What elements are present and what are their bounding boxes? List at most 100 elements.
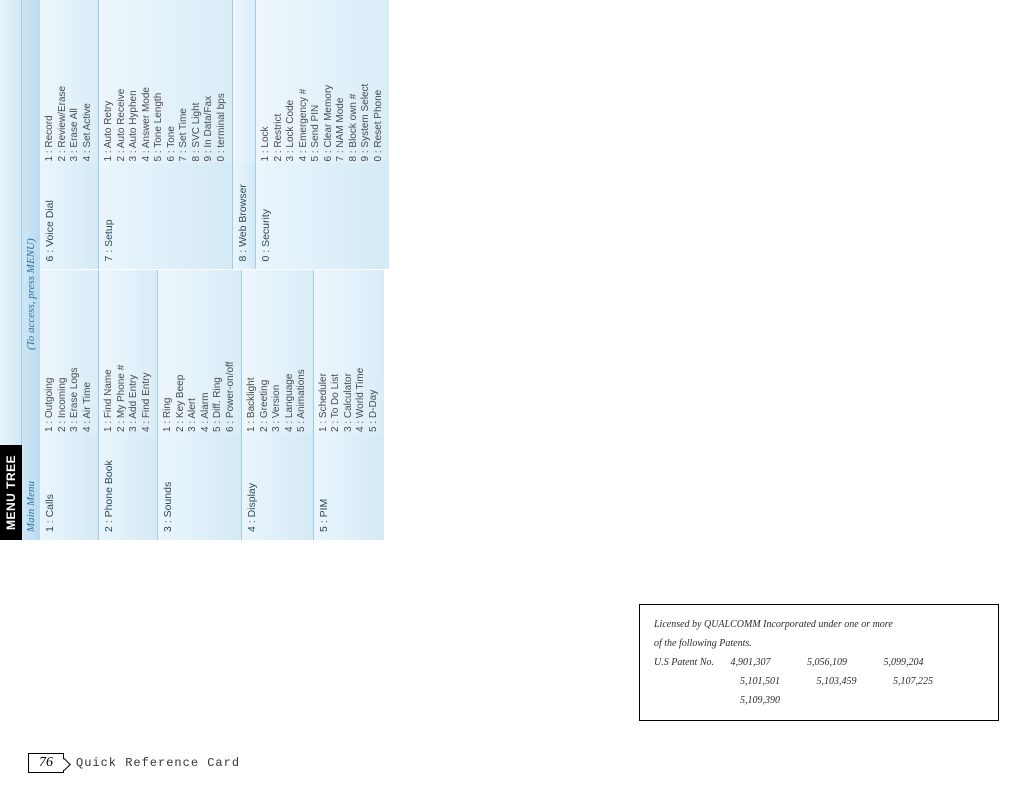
page-number-badge: 76 — [28, 753, 64, 773]
menu-item: 1 : Ring — [162, 275, 175, 433]
menu-tree-tab: MENU TREE — [0, 445, 22, 540]
menu-section: 6 : Voice Dial1 : Record2 : Review/Erase… — [40, 0, 99, 270]
menu-item: 9 : In Data/Fax — [203, 4, 216, 162]
menu-section-items: 1 : Auto Retry2 : Auto Receive3 : Auto H… — [99, 0, 232, 164]
menu-item: 3 : Version — [271, 275, 284, 433]
menu-item: 5 : Animations — [296, 275, 309, 433]
menu-item: 1 : Outgoing — [44, 275, 57, 433]
menu-section-items: 1 : Backlight2 : Greeting3 : Version4 : … — [242, 271, 313, 435]
menu-section-title: 2 : Phone Book — [99, 434, 157, 540]
patent-line-2: of the following Patents. — [654, 634, 984, 653]
menu-item: 3 : Lock Code — [285, 4, 298, 162]
menu-section-items: 1 : Lock2 : Restrict3 : Lock Code4 : Eme… — [256, 0, 389, 164]
tab-row: MENU TREE — [0, 0, 22, 540]
menu-section-title: 5 : PIM — [314, 434, 385, 540]
menu-item: 2 : My Phone # — [116, 275, 129, 433]
menu-item: 8 : SVC Light — [191, 4, 204, 162]
menu-item: 5 : Diff. Ring — [212, 275, 225, 433]
menu-item: 3 : Calculator — [343, 275, 356, 433]
menu-item: 2 : To Do List — [330, 275, 343, 433]
menu-item: 1 : Find Name — [103, 275, 116, 433]
menu-item: 4 : Set Active — [82, 4, 95, 162]
tab-spacer — [0, 0, 22, 445]
menu-section-items: 1 : Find Name2 : My Phone #3 : Add Entry… — [99, 271, 157, 435]
menu-item: 2 : Review/Erase — [57, 4, 70, 162]
menu-section: 7 : Setup1 : Auto Retry2 : Auto Receive3… — [99, 0, 233, 270]
patent-line-1: Licensed by QUALCOMM Incorporated under … — [654, 615, 984, 634]
menu-section-title: 6 : Voice Dial — [40, 164, 98, 270]
header-main-menu: Main Menu — [22, 354, 40, 540]
menu-section-items — [233, 0, 255, 164]
patent-row-1: U.S Patent No. 4,901,307 5,056,109 5,099… — [654, 653, 984, 672]
menu-item: 9 : System Select — [360, 4, 373, 162]
menu-item: 3 : Alert — [187, 275, 200, 433]
menu-item: 3 : Add Entry — [128, 275, 141, 433]
menu-item: 3 : Erase Logs — [69, 275, 82, 433]
footer-text: Quick Reference Card — [76, 756, 240, 770]
menu-item: 1 : Auto Retry — [103, 4, 116, 162]
menu-item: 1 : Record — [44, 4, 57, 162]
menu-item: 5 : Send PIN — [310, 4, 323, 162]
menu-item: 4 : World Time — [355, 275, 368, 433]
menu-item: 2 : Key Beep — [175, 275, 188, 433]
menu-column-left: 1 : Calls1 : Outgoing2 : Incoming3 : Era… — [40, 271, 389, 541]
menu-section: 3 : Sounds1 : Ring2 : Key Beep3 : Alert4… — [158, 271, 242, 541]
patent-num: 5,107,225 — [893, 672, 967, 691]
menu-section: 5 : PIM1 : Scheduler2 : To Do List3 : Ca… — [314, 271, 385, 541]
menu-item: 2 : Restrict — [273, 4, 286, 162]
menu-item: 4 : Air Time — [82, 275, 95, 433]
menu-item: 2 : Auto Receive — [116, 4, 129, 162]
menu-item: 4 : Emergency # — [298, 4, 311, 162]
menu-item: 8 : Block own # — [348, 4, 361, 162]
menu-section-title: 0 : Security — [256, 164, 389, 270]
patent-num: 5,099,204 — [884, 653, 958, 672]
menu-section-title: 4 : Display — [242, 434, 313, 540]
patent-num: 4,901,307 — [731, 653, 805, 672]
menu-item: 6 : Power-on/off — [225, 275, 238, 433]
menu-item: 4 : Find Entry — [141, 275, 154, 433]
menu-item: 6 : Tone — [166, 4, 179, 162]
menu-section-items: 1 : Scheduler2 : To Do List3 : Calculato… — [314, 271, 385, 435]
menu-section-items: 1 : Outgoing2 : Incoming3 : Erase Logs4 … — [40, 271, 98, 435]
menu-columns: 1 : Calls1 : Outgoing2 : Incoming3 : Era… — [40, 0, 389, 540]
patent-row-2: 5,101,501 5,103,459 5,107,225 — [654, 672, 984, 691]
menu-section-items: 1 : Record2 : Review/Erase3 : Erase All4… — [40, 0, 98, 164]
menu-section: 0 : Security1 : Lock2 : Restrict3 : Lock… — [256, 0, 389, 270]
menu-item: 0 : Reset Phone — [373, 4, 386, 162]
menu-item: 5 : Tone Length — [153, 4, 166, 162]
patent-row-3: 5,109,390 — [654, 691, 984, 710]
patent-num: 5,056,109 — [807, 653, 881, 672]
menu-section-title: 1 : Calls — [40, 434, 98, 540]
menu-item: 4 : Answer Mode — [141, 4, 154, 162]
menu-item: 2 : Incoming — [57, 275, 70, 433]
patent-box: Licensed by QUALCOMM Incorporated under … — [639, 604, 999, 721]
page-footer: 76 Quick Reference Card — [28, 753, 240, 773]
menu-section: 2 : Phone Book1 : Find Name2 : My Phone … — [99, 271, 158, 541]
patent-prefix: U.S Patent No. — [654, 653, 728, 672]
header-access-hint: (To access, press MENU) — [22, 0, 40, 354]
menu-item: 4 : Alarm — [200, 275, 213, 433]
menu-item: 1 : Lock — [260, 4, 273, 162]
menu-section: 4 : Display1 : Backlight2 : Greeting3 : … — [242, 271, 314, 541]
menu-item: 3 : Auto Hyphen — [128, 4, 141, 162]
menu-section-title: 8 : Web Browser — [233, 164, 255, 270]
patent-num: 5,101,501 — [740, 672, 814, 691]
menu-item: 4 : Language — [284, 275, 297, 433]
patent-num: 5,109,390 — [740, 691, 814, 710]
menu-item: 0 : terminal bps — [216, 4, 229, 162]
menu-item: 5 : D-Day — [368, 275, 381, 433]
menu-section: 8 : Web Browser — [233, 0, 256, 270]
menu-column-right: 6 : Voice Dial1 : Record2 : Review/Erase… — [40, 0, 389, 271]
menu-item: 6 : Clear Memory — [323, 4, 336, 162]
menu-section-title: 3 : Sounds — [158, 434, 241, 540]
menu-item: 1 : Backlight — [246, 275, 259, 433]
menu-tree-block: MENU TREE Main Menu (To access, press ME… — [0, 0, 389, 540]
menu-item: 1 : Scheduler — [318, 275, 331, 433]
menu-section-title: 7 : Setup — [99, 164, 232, 270]
menu-item: 7 : NAM Mode — [335, 4, 348, 162]
patent-num: 5,103,459 — [817, 672, 891, 691]
menu-item: 7 : Set Time — [178, 4, 191, 162]
menu-section: 1 : Calls1 : Outgoing2 : Incoming3 : Era… — [40, 271, 99, 541]
header-row: Main Menu (To access, press MENU) — [22, 0, 40, 540]
menu-item: 3 : Erase All — [69, 4, 82, 162]
